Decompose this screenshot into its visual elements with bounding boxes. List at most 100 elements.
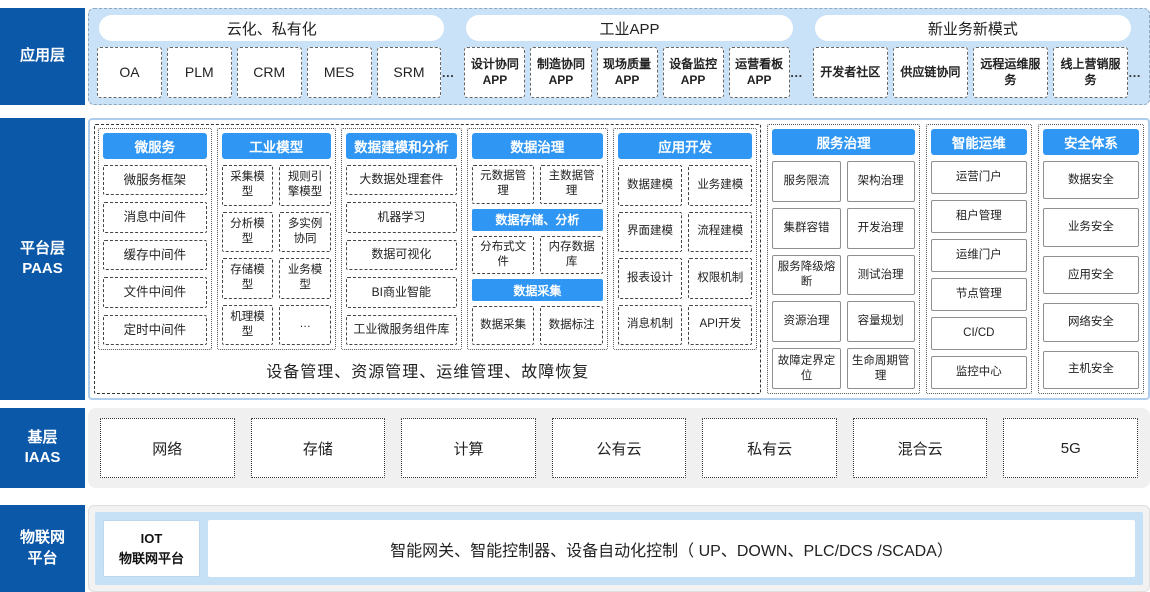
group-industrial-app-title: 工业APP [466, 15, 792, 41]
iaas-item: 网络 [100, 418, 235, 478]
iot-platform-box: IOT 物联网平台 [103, 520, 200, 577]
group-industrial-app: 工业APP 设计协同APP制造协同APP现场质量APP设备监控APP运营看板AP… [464, 14, 802, 98]
group-industrial-app-items-row: 设计协同APP制造协同APP现场质量APP设备监控APP运营看板APP … [464, 47, 802, 98]
paas-item: 节点管理 [931, 278, 1027, 311]
paas-item: 存储模型 [222, 258, 274, 299]
column-intelligent-ops-items: 运营门户租户管理运维门户节点管理CI/CD监控中心 [931, 161, 1027, 389]
paas-item: 报表设计 [618, 258, 682, 299]
column-microservice-items: 微服务框架消息中间件缓存中间件文件中间件定时中间件 [103, 165, 207, 345]
paas-item: … [279, 305, 331, 346]
app-item: 制造协同APP [530, 47, 591, 98]
paas-item: 界面建模 [618, 212, 682, 253]
group-new-business-items: 开发者社区供应链协同远程运维服务线上营销服务 [813, 47, 1128, 98]
paas-item: 数据建模 [618, 165, 682, 206]
iaas-layer-row: 基层 IAAS 网络存储计算公有云私有云混合云5G [0, 408, 1150, 488]
paas-item: 测试治理 [847, 255, 915, 296]
paas-item: 运营门户 [931, 161, 1027, 194]
column-app-development-items: 数据建模业务建模界面建模流程建模报表设计权限机制消息机制API开发 [618, 165, 753, 345]
column-microservice-header: 微服务 [103, 133, 207, 159]
iaas-item: 私有云 [702, 418, 837, 478]
app-item: 运营看板APP [729, 47, 790, 98]
column-app-development-header: 应用开发 [618, 133, 753, 159]
column-intelligent-ops: 智能运维 运营门户租户管理运维门户节点管理CI/CD监控中心 [926, 124, 1032, 394]
more-dots: … [441, 47, 454, 98]
paas-item: 数据可视化 [346, 240, 457, 270]
paas-item: 流程建模 [688, 212, 752, 253]
paas-item: 规则引擎模型 [279, 165, 331, 206]
paas-item: 文件中间件 [103, 277, 207, 307]
paas-panel: 微服务 微服务框架消息中间件缓存中间件文件中间件定时中间件 工业模型 采集模型规… [88, 118, 1150, 400]
iot-layer-row: 物联网 平台 IOT 物联网平台 智能网关、智能控制器、设备自动化控制（ UP、… [0, 505, 1150, 592]
iaas-item: 存储 [251, 418, 386, 478]
paas-item: 内存数据库 [540, 236, 603, 275]
paas-item: 资源治理 [772, 301, 840, 342]
paas-item: 消息中间件 [103, 202, 207, 232]
app-item: SRM [377, 47, 442, 98]
group-industrial-app-items: 设计协同APP制造协同APP现场质量APP设备监控APP运营看板APP [464, 47, 789, 98]
paas-item: 业务模型 [279, 258, 331, 299]
group-new-business: 新业务新模式 开发者社区供应链协同远程运维服务线上营销服务 … [813, 14, 1141, 98]
paas-item: API开发 [688, 305, 752, 346]
group-cloud-private-items: OAPLMCRMMESSRM [97, 47, 441, 98]
app-item: CRM [237, 47, 302, 98]
paas-item: 业务安全 [1043, 208, 1139, 246]
paas-item: 机理模型 [222, 305, 274, 346]
paas-item: 缓存中间件 [103, 240, 207, 270]
paas-item: 集群容错 [772, 208, 840, 249]
application-layer-row: 应用层 云化、私有化 OAPLMCRMMESSRM … 工业APP 设计协同AP… [0, 8, 1150, 105]
paas-item: 大数据处理套件 [346, 165, 457, 195]
paas-item: 机器学习 [346, 202, 457, 232]
paas-core-columns: 微服务 微服务框架消息中间件缓存中间件文件中间件定时中间件 工业模型 采集模型规… [98, 128, 757, 350]
iot-panel: IOT 物联网平台 智能网关、智能控制器、设备自动化控制（ UP、DOWN、PL… [88, 505, 1150, 592]
more-dots: … [1128, 47, 1141, 98]
column-service-governance: 服务治理 服务限流架构治理集群容错开发治理服务降级熔断测试治理资源治理容量规划故… [767, 124, 919, 394]
column-security-items: 数据安全业务安全应用安全网络安全主机安全 [1043, 161, 1139, 389]
architecture-diagram: 应用层 云化、私有化 OAPLMCRMMESSRM … 工业APP 设计协同AP… [0, 0, 1150, 592]
paas-item: 元数据管理 [472, 165, 535, 204]
data-governance-row2: 分布式文件内存数据库 [472, 236, 603, 275]
paas-item: 分析模型 [222, 212, 274, 253]
paas-item: 多实例协同 [279, 212, 331, 253]
paas-item: 定时中间件 [103, 315, 207, 345]
app-item: 线上营销服务 [1053, 47, 1128, 98]
column-data-governance-header: 数据治理 [472, 133, 603, 159]
app-item: MES [307, 47, 372, 98]
app-item: 远程运维服务 [973, 47, 1048, 98]
iaas-panel: 网络存储计算公有云私有云混合云5G [88, 408, 1150, 488]
paas-item: 租户管理 [931, 200, 1027, 233]
column-microservice: 微服务 微服务框架消息中间件缓存中间件文件中间件定时中间件 [98, 128, 212, 350]
column-service-governance-header: 服务治理 [772, 129, 914, 155]
paas-item: 主机安全 [1043, 351, 1139, 389]
column-industrial-model-header: 工业模型 [222, 133, 331, 159]
paas-item: 应用安全 [1043, 256, 1139, 294]
paas-item: 网络安全 [1043, 303, 1139, 341]
paas-item: 数据采集 [472, 306, 535, 345]
column-data-modeling: 数据建模和分析 大数据处理套件机器学习数据可视化BI商业智能工业微服务组件库 [341, 128, 462, 350]
column-data-modeling-header: 数据建模和分析 [346, 133, 457, 159]
iaas-item: 5G [1003, 418, 1138, 478]
paas-item: 主数据管理 [540, 165, 603, 204]
paas-item: 微服务框架 [103, 165, 207, 195]
application-layer-label: 应用层 [0, 8, 85, 105]
data-governance-row1: 元数据管理主数据管理 [472, 165, 603, 204]
paas-item: 监控中心 [931, 356, 1027, 389]
paas-item: 生命周期管理 [847, 348, 915, 389]
paas-item: 运维门户 [931, 239, 1027, 272]
app-item: OA [97, 47, 162, 98]
group-new-business-items-row: 开发者社区供应链协同远程运维服务线上营销服务 … [813, 47, 1141, 98]
paas-item: 分布式文件 [472, 236, 535, 275]
app-item: 设计协同APP [464, 47, 525, 98]
group-cloud-private: 云化、私有化 OAPLMCRMMESSRM … [97, 14, 454, 98]
paas-item: 故障定界定位 [772, 348, 840, 389]
paas-item: 服务降级熔断 [772, 255, 840, 296]
paas-item: 消息机制 [618, 305, 682, 346]
iaas-item: 混合云 [853, 418, 988, 478]
paas-item: 数据安全 [1043, 161, 1139, 199]
paas-management-strip: 设备管理、资源管理、运维管理、故障恢复 [98, 350, 757, 390]
column-service-governance-items: 服务限流架构治理集群容错开发治理服务降级熔断测试治理资源治理容量规划故障定界定位… [772, 161, 914, 389]
column-data-governance: 数据治理 元数据管理主数据管理 数据存储、分析 分布式文件内存数据库 数据采集 … [467, 128, 608, 350]
iot-description: 智能网关、智能控制器、设备自动化控制（ UP、DOWN、PLC/DCS /SCA… [208, 520, 1135, 577]
column-industrial-model-items: 采集模型规则引擎模型分析模型多实例协同存储模型业务模型机理模型… [222, 165, 331, 345]
app-item: 现场质量APP [597, 47, 658, 98]
group-cloud-private-title: 云化、私有化 [99, 15, 444, 41]
